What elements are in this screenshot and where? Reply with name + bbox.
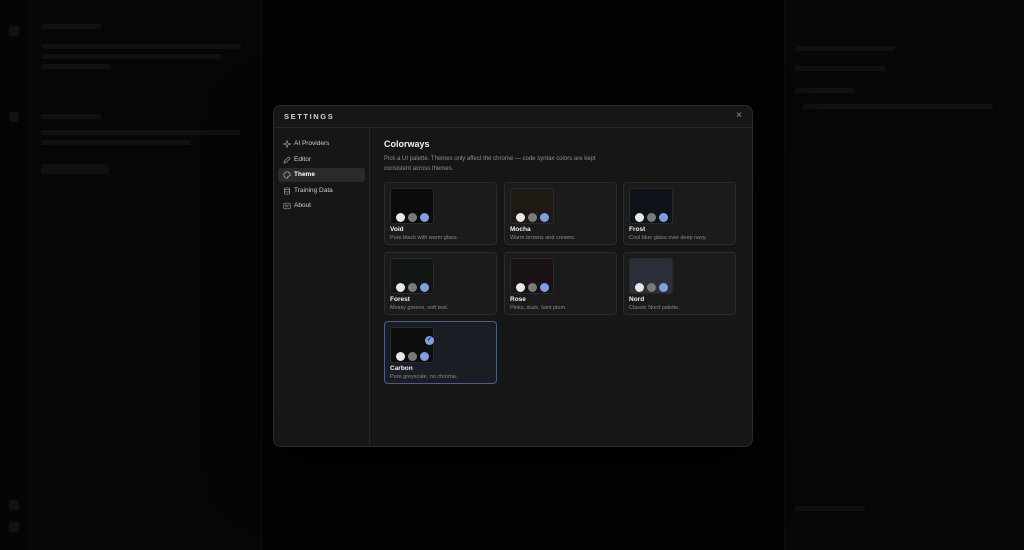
- swatch-dot: [420, 352, 429, 361]
- section-heading: Colorways: [384, 139, 430, 149]
- palette-name: Carbon: [390, 365, 413, 372]
- modal-title: SETTINGS: [284, 112, 335, 121]
- palette-swatch: [390, 188, 434, 224]
- palette-card-nord[interactable]: Nord Classic Nord palette.: [623, 252, 736, 315]
- palette-icon: [283, 171, 291, 179]
- palette-name: Void: [390, 226, 404, 233]
- palette-description: Classic Nord palette.: [629, 305, 680, 311]
- palette-swatch: [510, 188, 554, 224]
- nav-label: About: [294, 202, 311, 209]
- settings-modal: SETTINGS × AI Providers Editor Theme Tra…: [273, 105, 753, 447]
- close-icon[interactable]: ×: [733, 110, 745, 122]
- swatch-dot: [420, 213, 429, 222]
- swatch-dot: [408, 283, 417, 292]
- palette-swatch: [629, 188, 673, 224]
- palette-card-forest[interactable]: Forest Mossy greens, soft teal.: [384, 252, 497, 315]
- info-icon: [283, 202, 291, 210]
- palette-name: Forest: [390, 296, 410, 303]
- palette-name: Rose: [510, 296, 526, 303]
- palette-description: Warm browns and creams.: [510, 235, 576, 241]
- palette-description: Pinks, dusk, faint plum.: [510, 305, 567, 311]
- palette-card-mocha[interactable]: Mocha Warm browns and creams.: [504, 182, 617, 245]
- nav-label: Training Data: [294, 187, 333, 194]
- nav-item-editor[interactable]: Editor: [278, 153, 365, 167]
- palette-swatch: [629, 258, 673, 294]
- swatch-dot: [420, 283, 429, 292]
- modal-header: SETTINGS ×: [274, 106, 752, 128]
- nav-label: AI Providers: [294, 140, 330, 147]
- palette-description: Mossy greens, soft teal.: [390, 305, 449, 311]
- swatch-dot: [396, 283, 405, 292]
- database-icon: [284, 187, 290, 195]
- palette-name: Frost: [629, 226, 646, 233]
- palette-swatch: [510, 258, 554, 294]
- swatch-dot: [647, 213, 656, 222]
- palette-card-carbon[interactable]: ✓ Carbon Pure greyscale, no chroma.: [384, 321, 497, 384]
- palette-card-void[interactable]: Void Pure black with warm glass.: [384, 182, 497, 245]
- pen-icon: [283, 156, 291, 164]
- theme-panel: Colorways Pick a UI palette. Themes only…: [384, 139, 739, 174]
- swatch-dot: [528, 283, 537, 292]
- swatch-dot: [540, 283, 549, 292]
- nav-item-about[interactable]: About: [278, 199, 365, 213]
- swatch-dot: [540, 213, 549, 222]
- palette-description: Pure greyscale, no chroma.: [390, 374, 458, 380]
- swatch-dot: [659, 213, 668, 222]
- nav-label: Theme: [294, 171, 315, 178]
- palette-description: Pure black with warm glass.: [390, 235, 459, 241]
- swatch-dot: [528, 213, 537, 222]
- nav-label: Editor: [294, 156, 311, 163]
- settings-nav: AI Providers Editor Theme Training Data: [274, 128, 370, 446]
- sparkle-icon: [283, 140, 291, 148]
- swatch-dot: [516, 213, 525, 222]
- palette-description: Cool blue glass over deep navy.: [629, 235, 707, 241]
- swatch-dot: [516, 283, 525, 292]
- swatch-dot: [635, 213, 644, 222]
- palette-name: Nord: [629, 296, 645, 303]
- nav-item-theme[interactable]: Theme: [278, 168, 365, 182]
- palette-card-frost[interactable]: Frost Cool blue glass over deep navy.: [623, 182, 736, 245]
- nav-item-ai-providers[interactable]: AI Providers: [278, 137, 365, 151]
- section-description: Pick a UI palette. Themes only affect th…: [384, 156, 596, 172]
- nav-item-training-data[interactable]: Training Data: [278, 184, 365, 198]
- palette-swatch: [390, 258, 434, 294]
- swatch-dot: [647, 283, 656, 292]
- swatch-dot: [408, 352, 417, 361]
- swatch-dot: [408, 213, 417, 222]
- swatch-dot: [635, 283, 644, 292]
- palette-name: Mocha: [510, 226, 531, 233]
- swatch-dot: [396, 352, 405, 361]
- palette-card-rose[interactable]: Rose Pinks, dusk, faint plum.: [504, 252, 617, 315]
- swatch-dot: [396, 213, 405, 222]
- check-icon: ✓: [425, 336, 434, 345]
- swatch-dot: [659, 283, 668, 292]
- palette-swatch: ✓: [390, 327, 434, 363]
